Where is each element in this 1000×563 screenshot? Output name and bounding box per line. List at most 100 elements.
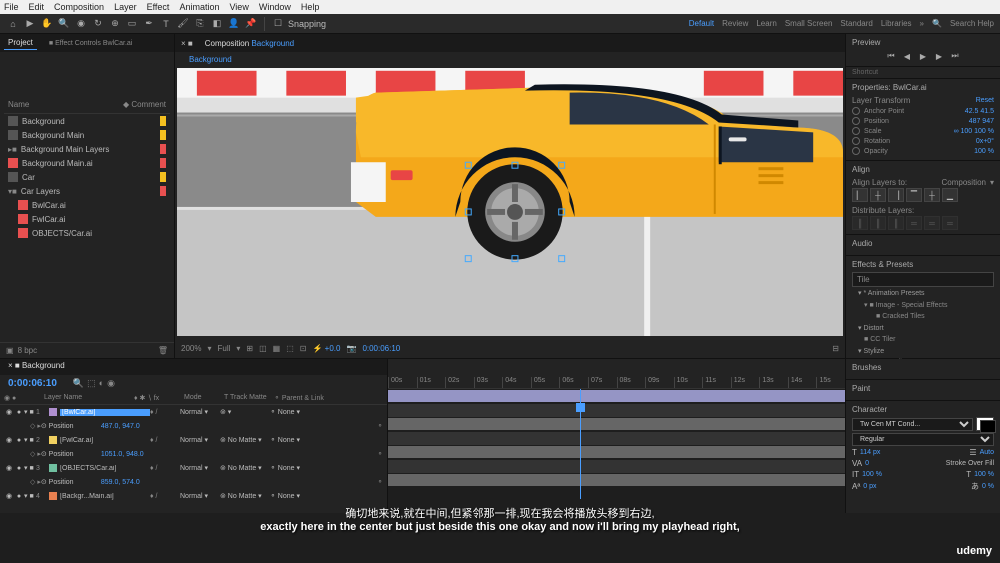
effects-search[interactable] xyxy=(852,272,994,287)
workspace-libraries[interactable]: Libraries xyxy=(881,19,912,28)
menu-view[interactable]: View xyxy=(229,2,248,12)
zoom-tool-icon[interactable]: 🔍 xyxy=(57,17,71,31)
timeline-property-row[interactable]: ◇ ▸⊙ Position859.0, 574.0⚬ xyxy=(0,475,387,489)
pen-tool-icon[interactable]: ✒ xyxy=(142,17,156,31)
stroke-dropdown[interactable]: Stroke Over Fill xyxy=(946,460,994,467)
region-icon[interactable]: ⊡ xyxy=(300,344,307,353)
resolution-dropdown[interactable]: Full xyxy=(217,344,230,353)
tl-col-name[interactable]: Layer Name xyxy=(44,394,134,402)
roto-tool-icon[interactable]: 👤 xyxy=(227,17,241,31)
workspace-learn[interactable]: Learn xyxy=(756,19,776,28)
orbit-tool-icon[interactable]: ◉ xyxy=(74,17,88,31)
tl-col-mode[interactable]: Mode xyxy=(184,394,224,402)
menu-animation[interactable]: Animation xyxy=(179,2,219,12)
grid-icon[interactable]: ⊞ xyxy=(246,344,253,353)
tl-search-icon[interactable]: 🔍 xyxy=(73,378,84,389)
tsume-value[interactable]: 0 % xyxy=(982,483,994,490)
opacity-value[interactable]: 100 % xyxy=(974,148,994,155)
preset-group-distort[interactable]: ▾ Distort xyxy=(852,322,994,334)
rotation-value[interactable]: 0x+0° xyxy=(976,138,994,145)
prev-frame-icon[interactable]: ◀ xyxy=(901,50,913,62)
project-item-bgmainai[interactable]: Background Main.ai xyxy=(4,156,170,170)
snapshot-icon[interactable]: 📷 xyxy=(346,344,356,353)
preset-cctiler[interactable]: ■ CC Tiler xyxy=(852,334,994,345)
kerning-value[interactable]: 0 xyxy=(865,460,869,467)
play-icon[interactable]: ▶ xyxy=(917,50,929,62)
menu-edit[interactable]: Edit xyxy=(29,2,45,12)
stopwatch-pos-icon[interactable] xyxy=(852,117,860,125)
project-item-carlayers[interactable]: ▾■Car Layers xyxy=(4,184,170,198)
timeline-tab[interactable]: × ■ Background xyxy=(8,361,65,370)
tab-effect-controls[interactable]: ■ Effect Controls BwlCar.ai xyxy=(45,38,136,49)
timeline-property-row[interactable]: ◇ ▸⊙ Position1051.0, 948.0⚬ xyxy=(0,447,387,461)
next-frame-icon[interactable]: ▶ xyxy=(933,50,945,62)
position-value[interactable]: 487 947 xyxy=(969,118,994,125)
comp-breadcrumb[interactable]: Background xyxy=(183,53,238,66)
align-to-dropdown[interactable]: Composition xyxy=(942,178,986,187)
rotation-tool-icon[interactable]: ↻ xyxy=(91,17,105,31)
project-new-folder-icon[interactable]: ▣ xyxy=(6,346,14,355)
timeline-timecode[interactable]: 0:00:06:10 xyxy=(0,375,65,392)
puppet-tool-icon[interactable]: 📌 xyxy=(244,17,258,31)
composition-viewer[interactable] xyxy=(177,68,843,336)
color-swatch[interactable] xyxy=(976,417,994,431)
timeline-layer-row[interactable]: ◉●▾ ■3[OBJECTS/Car.ai]♦ /Normal ▾⊚ No Ma… xyxy=(0,461,387,475)
project-item-fwlcar[interactable]: FwlCar.ai xyxy=(4,212,170,226)
menu-file[interactable]: File xyxy=(4,2,19,12)
stamp-tool-icon[interactable]: ⎘ xyxy=(193,17,207,31)
project-item-objectscar[interactable]: OBJECTS/Car.ai xyxy=(4,226,170,240)
project-bits[interactable]: 8 bpc xyxy=(18,346,38,355)
tl-shy-icon[interactable]: ◐ xyxy=(99,378,104,389)
vscale-value[interactable]: 100 % xyxy=(862,471,882,478)
menu-help[interactable]: Help xyxy=(301,2,320,12)
stopwatch-anchor-icon[interactable] xyxy=(852,107,860,115)
hscale-value[interactable]: 100 % xyxy=(974,471,994,478)
timeline-layer-row[interactable]: ◉●▾ ■2[FwlCar.ai]♦ /Normal ▾⊚ No Matte ▾… xyxy=(0,433,387,447)
viewer-time[interactable]: 0:00:06:10 xyxy=(362,344,400,353)
reset-link[interactable]: Reset xyxy=(976,97,994,104)
preset-sub-image[interactable]: ▾ ■ Image - Special Effects xyxy=(852,299,994,311)
font-size-value[interactable]: 114 px xyxy=(860,449,881,456)
stopwatch-scale-icon[interactable] xyxy=(852,127,860,135)
viewer-layout-icon[interactable]: ⊟ xyxy=(832,344,839,353)
selection-tool-icon[interactable]: ▶ xyxy=(23,17,37,31)
workspace-more[interactable]: » xyxy=(920,19,924,28)
font-family-dropdown[interactable]: Tw Cen MT Cond... xyxy=(852,418,973,431)
align-bottom-icon[interactable]: ▁ xyxy=(942,188,958,202)
mask-icon[interactable]: ◫ xyxy=(259,344,267,353)
preset-group-stylize[interactable]: ▾ Stylize xyxy=(852,345,994,357)
anchor-tool-icon[interactable]: ⊕ xyxy=(108,17,122,31)
playhead[interactable] xyxy=(580,389,581,499)
col-name[interactable]: Name xyxy=(8,100,29,109)
timeline-property-row[interactable]: ◇ ▸⊙ Position487.0, 947.0⚬ xyxy=(0,419,387,433)
snapping-checkbox[interactable]: ☐ xyxy=(271,17,285,31)
search-help[interactable]: Search Help xyxy=(950,19,994,28)
fps-label[interactable]: ⚡ +0.0 xyxy=(312,344,340,353)
workspace-default[interactable]: Default xyxy=(689,19,714,28)
workspace-standard[interactable]: Standard xyxy=(840,19,872,28)
workspace-small[interactable]: Small Screen xyxy=(785,19,833,28)
3d-icon[interactable]: ⬚ xyxy=(286,344,294,353)
leading-value[interactable]: Auto xyxy=(980,449,994,456)
align-hcenter-icon[interactable]: ┼ xyxy=(870,188,886,202)
stopwatch-rot-icon[interactable] xyxy=(852,137,860,145)
shape-tool-icon[interactable]: ▭ xyxy=(125,17,139,31)
tl-blur-icon[interactable]: ◉ xyxy=(107,378,115,389)
timeline-ruler[interactable]: 00s01s02s03s04s05s06s07s08s09s10s11s12s1… xyxy=(388,359,845,389)
project-item-bgmainlayers[interactable]: ▸■Background Main Layers xyxy=(4,142,170,156)
last-frame-icon[interactable]: ⏭ xyxy=(949,50,961,62)
project-item-bgmain[interactable]: Background Main xyxy=(4,128,170,142)
baseline-value[interactable]: 0 px xyxy=(863,483,876,490)
zoom-dropdown[interactable]: 200% xyxy=(181,344,201,353)
align-right-icon[interactable]: ▕ xyxy=(888,188,904,202)
project-item-bwlcar[interactable]: BwlCar.ai xyxy=(4,198,170,212)
font-style-dropdown[interactable]: Regular xyxy=(852,433,994,446)
tl-fx-icon[interactable]: ⬚ xyxy=(87,378,96,389)
tab-composition[interactable]: Composition Background xyxy=(199,37,300,50)
hand-tool-icon[interactable]: ✋ xyxy=(40,17,54,31)
menu-window[interactable]: Window xyxy=(259,2,291,12)
tab-project[interactable]: Project xyxy=(4,36,37,50)
transparency-icon[interactable]: ▦ xyxy=(273,344,281,353)
align-left-icon[interactable]: ▏ xyxy=(852,188,868,202)
first-frame-icon[interactable]: ⏮ xyxy=(885,50,897,62)
